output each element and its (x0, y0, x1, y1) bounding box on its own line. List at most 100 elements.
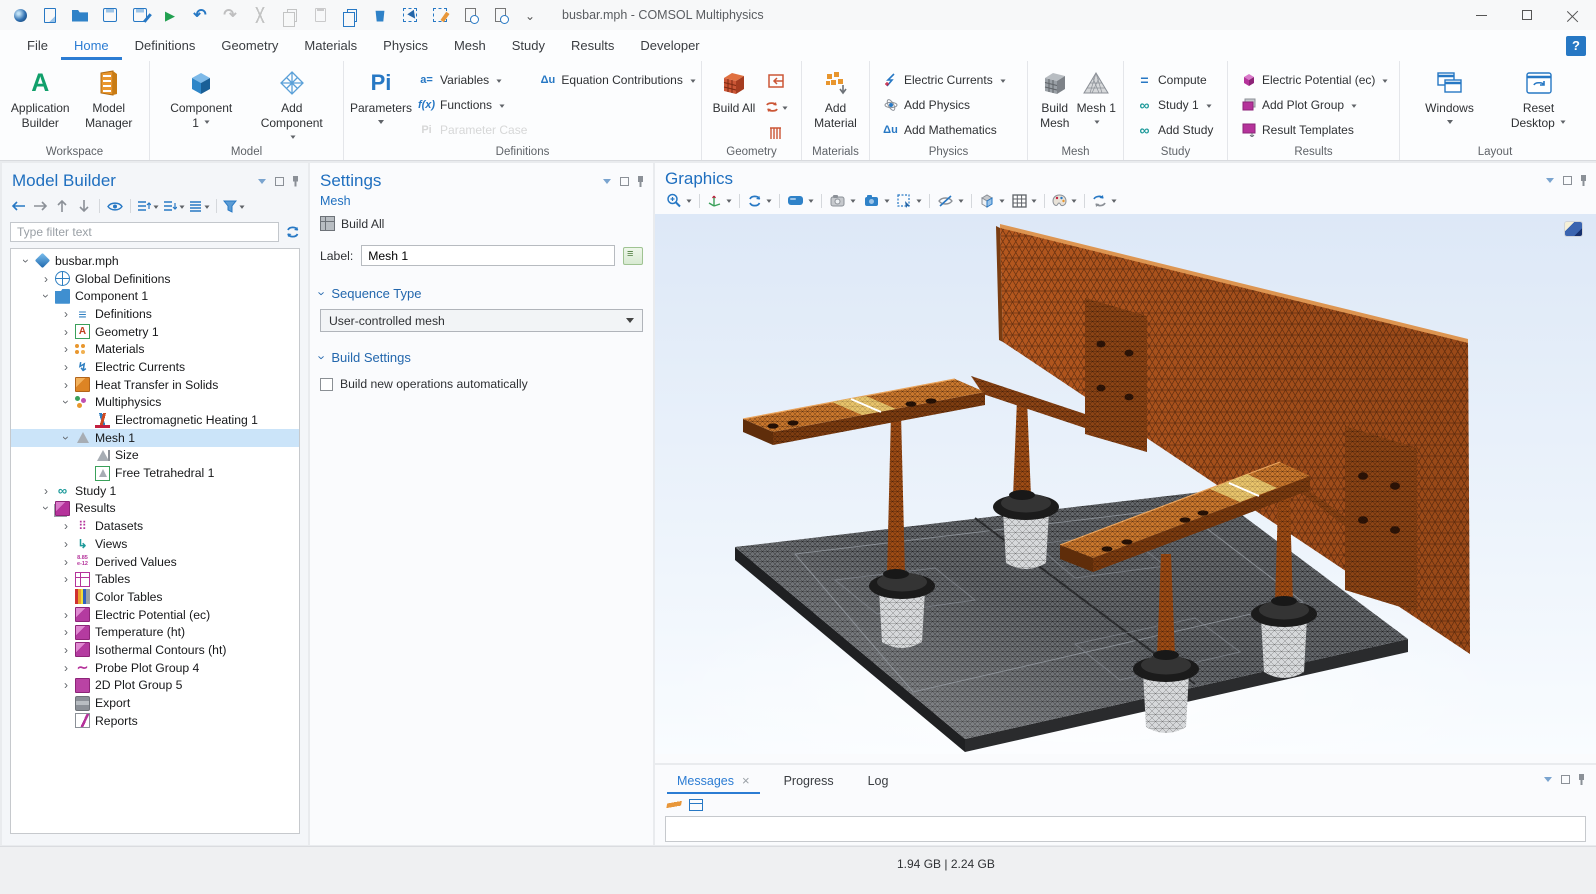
menu-tab[interactable]: Physics (370, 32, 441, 60)
node-columns-button[interactable] (188, 196, 211, 216)
menu-tab[interactable]: File (14, 32, 61, 60)
menu-tab[interactable]: Home (61, 32, 122, 60)
import-geometry-button[interactable] (763, 70, 789, 92)
float-panel-icon[interactable] (275, 177, 284, 186)
tree-item[interactable]: Color Tables (11, 588, 299, 606)
show-button[interactable] (105, 196, 125, 216)
panel-menu-icon[interactable] (1546, 178, 1554, 187)
qat-button[interactable] (518, 4, 542, 26)
pin-panel-icon[interactable] (638, 176, 643, 187)
tree-item[interactable]: Isothermal Contours (ht) (11, 641, 299, 659)
open-table-icon[interactable] (689, 799, 703, 811)
add-mathematics-button[interactable]: Δu Add Mathematics (876, 119, 1012, 141)
add-study-button[interactable]: ∞ Add Study (1130, 119, 1219, 141)
view-button[interactable] (784, 190, 817, 211)
float-panel-icon[interactable] (1561, 775, 1570, 784)
tree-expander-icon[interactable] (57, 519, 75, 533)
forward-button[interactable] (30, 196, 50, 216)
plot-image-button[interactable] (1565, 222, 1582, 236)
tree-item[interactable]: Export (11, 694, 299, 712)
transparency-button[interactable] (976, 190, 1008, 211)
parameters-button[interactable]: Pi Parameters (350, 65, 412, 127)
tree-expander-icon[interactable] (57, 678, 75, 692)
compute-button[interactable]: = Compute (1130, 69, 1219, 91)
tree-expander-icon[interactable] (57, 643, 75, 657)
zoom-extents-button[interactable] (663, 190, 695, 211)
add-material-button[interactable]: Add Material (808, 65, 863, 131)
add-component-button[interactable]: Add Component (256, 65, 328, 146)
sequence-type-section-header[interactable]: › Sequence Type (310, 278, 653, 307)
qat-button[interactable] (98, 4, 122, 26)
sequence-type-dropdown[interactable]: User-controlled mesh (320, 309, 643, 332)
menu-tab[interactable]: Geometry (208, 32, 291, 60)
rename-button[interactable] (623, 247, 643, 265)
electric-currents-button[interactable]: Electric Currents (876, 69, 1012, 91)
pin-panel-icon[interactable] (293, 176, 298, 187)
tree-item[interactable]: Heat Transfer in Solids (11, 376, 299, 394)
tree-expander-icon[interactable] (57, 661, 75, 675)
tree-expander-icon[interactable] (57, 625, 75, 639)
tree-item[interactable]: Views (11, 535, 299, 553)
go-to-view-button[interactable] (704, 190, 735, 211)
menu-tab[interactable]: Results (558, 32, 627, 60)
qat-button[interactable] (188, 4, 212, 26)
build-settings-section-header[interactable]: › Build Settings (310, 342, 653, 371)
menu-tab[interactable]: Developer (627, 32, 712, 60)
build-all-button[interactable]: Build All (310, 214, 653, 241)
tree-expander-icon[interactable] (37, 484, 55, 498)
scene-light-button[interactable] (860, 190, 893, 211)
result-templates-button[interactable]: Result Templates (1234, 119, 1394, 141)
close-button[interactable] (1550, 0, 1596, 30)
messages-tab[interactable]: Messages (667, 769, 760, 794)
tree-expander-icon[interactable] (57, 608, 75, 622)
tree-item[interactable]: Electric Currents (11, 358, 299, 376)
tree-item[interactable]: Mesh 1 (11, 429, 299, 447)
mesh-label-input[interactable] (361, 245, 615, 266)
refresh-icon[interactable] (285, 225, 300, 239)
minimize-button[interactable] (1458, 0, 1504, 30)
variables-button[interactable]: a= Variables (412, 69, 533, 91)
tree-expander-icon[interactable] (57, 360, 75, 374)
qat-button[interactable] (8, 4, 32, 26)
menu-tab[interactable]: Study (499, 32, 558, 60)
filter-button[interactable] (222, 196, 246, 216)
panel-menu-icon[interactable] (258, 179, 266, 188)
model-manager-button[interactable]: Model Manager (75, 65, 144, 131)
move-down-button[interactable] (74, 196, 94, 216)
study-1-button[interactable]: ∞ Study 1 (1130, 94, 1219, 116)
tree-item[interactable]: Free Tetrahedral 1 (11, 464, 299, 482)
messages-output[interactable] (665, 816, 1586, 842)
tree-item[interactable]: Temperature (ht) (11, 623, 299, 641)
qat-button[interactable] (488, 4, 512, 26)
collapse-all-button[interactable] (136, 196, 160, 216)
clear-messages-icon[interactable] (666, 797, 682, 813)
parameter-case-button[interactable]: Pi Parameter Case (412, 119, 533, 141)
tree-item[interactable]: Geometry 1 (11, 323, 299, 341)
graphics-canvas[interactable] (655, 214, 1596, 754)
help-button[interactable]: ? (1566, 36, 1586, 56)
tree-expander-icon[interactable] (57, 395, 75, 409)
panel-menu-icon[interactable] (603, 179, 611, 188)
equation-contributions-button[interactable]: Δu Equation Contributions (533, 69, 701, 91)
menu-tab[interactable]: Mesh (441, 32, 499, 60)
pin-panel-icon[interactable] (1579, 774, 1584, 785)
messages-tab[interactable]: Log (858, 770, 899, 794)
tree-expander-icon[interactable] (17, 254, 35, 268)
auto-build-checkbox[interactable] (320, 378, 333, 391)
tree-item[interactable]: Derived Values (11, 553, 299, 571)
tree-expander-icon[interactable] (57, 325, 75, 339)
component-1-button[interactable]: Component 1 (165, 65, 237, 131)
float-panel-icon[interactable] (620, 177, 629, 186)
tree-item[interactable]: busbar.mph (11, 252, 299, 270)
tree-expander-icon[interactable] (57, 555, 75, 569)
move-up-button[interactable] (52, 196, 72, 216)
tree-item[interactable]: Datasets (11, 517, 299, 535)
tree-item[interactable]: Component 1 (11, 287, 299, 305)
menu-tab[interactable]: Materials (291, 32, 370, 60)
electric-potential-button[interactable]: Electric Potential (ec) (1234, 69, 1394, 91)
tree-item[interactable]: Tables (11, 570, 299, 588)
build-mesh-button[interactable]: Build Mesh (1034, 65, 1076, 131)
hide-button[interactable] (934, 190, 967, 211)
tree-expander-icon[interactable] (57, 342, 75, 356)
rotate-button[interactable] (744, 190, 775, 211)
